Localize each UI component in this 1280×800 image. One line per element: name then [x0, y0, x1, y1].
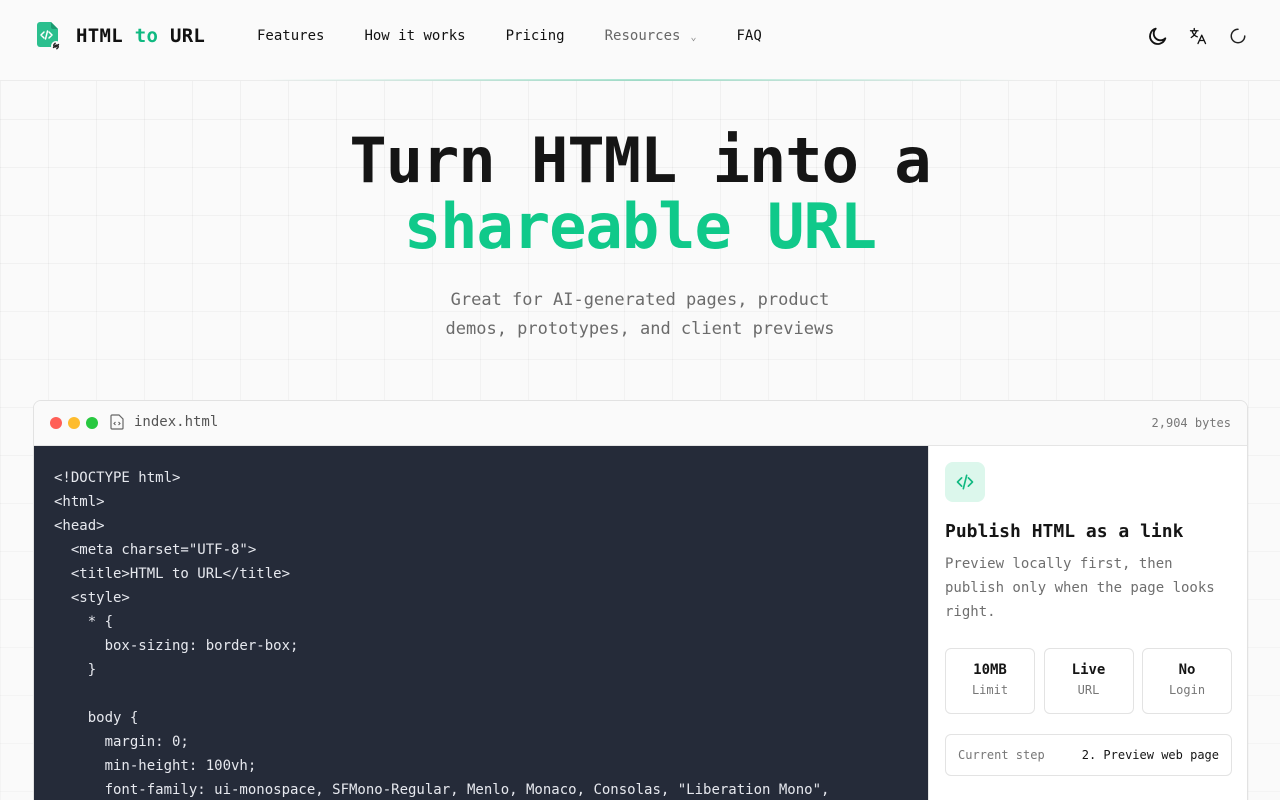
file-tab: index.html: [110, 414, 218, 430]
file-code-icon: [110, 414, 124, 430]
file-name: index.html: [134, 414, 219, 430]
window-controls: [50, 417, 104, 429]
main-nav: Features How it works Pricing Resources ⌄…: [257, 27, 802, 45]
hero: Turn HTML into a shareable URL Great for…: [0, 128, 1280, 344]
code-icon: [945, 462, 985, 502]
nav-pricing[interactable]: Pricing: [506, 28, 565, 44]
nav-how-it-works[interactable]: How it works: [364, 28, 465, 44]
loading-spinner-icon: [1226, 24, 1250, 48]
close-dot: [50, 417, 62, 429]
header-actions: [1130, 24, 1250, 48]
header-accent-line: [260, 79, 1020, 81]
publish-panel: Publish HTML as a link Preview locally f…: [928, 446, 1247, 800]
file-size: 2,904 bytes: [1151, 416, 1231, 430]
nav-resources-label: Resources: [604, 28, 681, 44]
logo-text-to: to: [134, 25, 159, 47]
logo-text: HTML to URL: [76, 25, 205, 47]
minimize-dot: [68, 417, 80, 429]
moon-icon[interactable]: [1146, 24, 1170, 48]
stat-label: URL: [1077, 683, 1100, 697]
stat-label: Login: [1168, 683, 1206, 697]
stat-login: No Login: [1142, 648, 1232, 714]
stat-limit: 10MB Limit: [945, 648, 1035, 714]
code-editor[interactable]: <!DOCTYPE html> <html> <head> <meta char…: [34, 446, 928, 800]
stat-value: No: [1178, 662, 1196, 678]
nav-faq[interactable]: FAQ: [737, 28, 762, 44]
chevron-down-icon: ⌄: [690, 32, 697, 43]
logo-text-url: URL: [169, 25, 206, 47]
stat-value: 10MB: [973, 662, 1007, 678]
site-header: HTML to URL Features How it works Pricin…: [0, 0, 1280, 81]
code-link-icon: [34, 21, 62, 51]
hero-title-line1: Turn HTML into a: [349, 124, 931, 197]
nav-features[interactable]: Features: [257, 28, 324, 44]
stat-label: Limit: [971, 683, 1009, 697]
logo-text-html: HTML: [76, 25, 123, 47]
editor-titlebar: index.html 2,904 bytes: [34, 401, 1247, 446]
nav-resources-dropdown[interactable]: Resources ⌄: [605, 28, 697, 44]
panel-description: Preview locally first, then publish only…: [945, 556, 1215, 620]
panel-title: Publish HTML as a link: [945, 521, 1184, 542]
maximize-dot: [86, 417, 98, 429]
html-editor-window: index.html 2,904 bytes <!DOCTYPE html> <…: [33, 400, 1248, 800]
current-step-label: Current step: [958, 748, 1045, 762]
logo[interactable]: HTML to URL: [34, 21, 205, 51]
current-step-value: 2. Preview web page: [1081, 748, 1219, 762]
hero-subtitle: Great for AI-generated pages, product de…: [445, 290, 835, 339]
current-step-box: Current step 2. Preview web page: [945, 734, 1232, 776]
hero-title: Turn HTML into a shareable URL: [0, 128, 1280, 260]
stat-value: Live: [1071, 662, 1106, 678]
translate-icon[interactable]: [1186, 24, 1210, 48]
stats-row: 10MB Limit Live URL No Login: [945, 648, 1232, 714]
hero-title-line2: shareable URL: [403, 190, 877, 263]
stat-url: Live URL: [1043, 648, 1134, 714]
